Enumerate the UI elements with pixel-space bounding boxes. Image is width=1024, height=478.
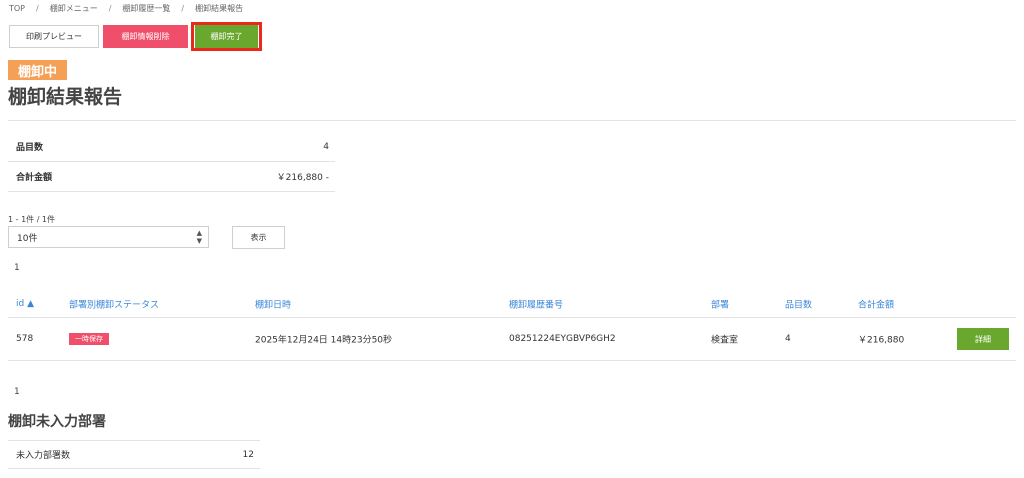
- row-datetime: 2025年12月24日 14時23分50秒: [255, 335, 393, 346]
- status-badge: 棚卸中: [8, 60, 67, 80]
- unentered-value: 12: [242, 449, 254, 460]
- breadcrumb-current: 棚卸結果報告: [195, 4, 244, 13]
- column-header-total[interactable]: 合計金額: [858, 297, 894, 310]
- per-page-value: 10件: [17, 233, 38, 244]
- pagination-page-1[interactable]: 1: [14, 263, 20, 273]
- summary-value: ￥216,880 -: [276, 173, 329, 183]
- page-title: 棚卸結果報告: [8, 86, 123, 108]
- breadcrumb-separator: /: [36, 4, 39, 13]
- row-status: 一時保存: [69, 333, 109, 345]
- column-header-department[interactable]: 部署: [711, 297, 729, 310]
- title-divider: [8, 120, 1016, 121]
- table-header: id ▲ 部署別棚卸ステータス 棚卸日時 棚卸履歴番号 部署 品目数 合計金額: [8, 290, 1016, 318]
- summary-table: 品目数 4 合計金額 ￥216,880 -: [8, 132, 335, 192]
- unentered-label: 未入力部署数: [16, 451, 71, 461]
- print-preview-button[interactable]: 印刷プレビュー: [9, 25, 99, 48]
- status-badge: 一時保存: [69, 333, 109, 345]
- table-row: 578 一時保存 2025年12月24日 14時23分50秒 08251224E…: [8, 318, 1016, 361]
- breadcrumb-separator: /: [181, 4, 185, 13]
- summary-row-item-count: 品目数 4: [8, 132, 335, 162]
- breadcrumb: TOP / 棚卸メニュー / 棚卸履歴一覧 / 棚卸結果報告: [9, 3, 243, 14]
- results-table: id ▲ 部署別棚卸ステータス 棚卸日時 棚卸履歴番号 部署 品目数 合計金額 …: [8, 290, 1016, 361]
- summary-row-total-amount: 合計金額 ￥216,880 -: [8, 162, 335, 192]
- select-arrows-icon: ▲ ▼: [196, 229, 202, 245]
- breadcrumb-separator: /: [108, 4, 112, 13]
- row-item-count: 4: [785, 334, 791, 344]
- row-id: 578: [16, 334, 34, 344]
- show-button[interactable]: 表示: [232, 226, 285, 249]
- column-header-item-count[interactable]: 品目数: [785, 297, 812, 310]
- per-page-select[interactable]: 10件 ▲ ▼: [8, 226, 209, 248]
- delete-inventory-button[interactable]: 棚卸情報削除: [103, 25, 188, 48]
- column-header-id[interactable]: id ▲: [16, 299, 34, 309]
- unentered-departments-row: 未入力部署数 12: [8, 440, 260, 469]
- column-header-history-no[interactable]: 棚卸履歴番号: [509, 297, 563, 310]
- summary-value: 4: [323, 141, 329, 152]
- pager-info: 1 - 1件 / 1件: [8, 215, 56, 224]
- row-department: 検査室: [711, 335, 739, 346]
- complete-inventory-button[interactable]: 棚卸完了: [195, 25, 258, 48]
- breadcrumb-inventory-history[interactable]: 棚卸履歴一覧: [122, 4, 170, 13]
- column-header-datetime[interactable]: 棚卸日時: [255, 297, 291, 310]
- column-header-dept-status[interactable]: 部署別棚卸ステータス: [69, 297, 159, 310]
- detail-button[interactable]: 詳細: [957, 328, 1009, 350]
- summary-label: 品目数: [16, 143, 44, 153]
- breadcrumb-top[interactable]: TOP: [9, 4, 25, 13]
- pagination-page-1-bottom[interactable]: 1: [14, 387, 20, 397]
- summary-label: 合計金額: [16, 173, 53, 183]
- row-total: ￥216,880: [858, 335, 905, 346]
- unentered-section-title: 棚卸未入力部署: [8, 414, 106, 430]
- breadcrumb-inventory-menu[interactable]: 棚卸メニュー: [50, 4, 98, 13]
- row-history-no: 08251224EYGBVP6GH2: [509, 334, 616, 344]
